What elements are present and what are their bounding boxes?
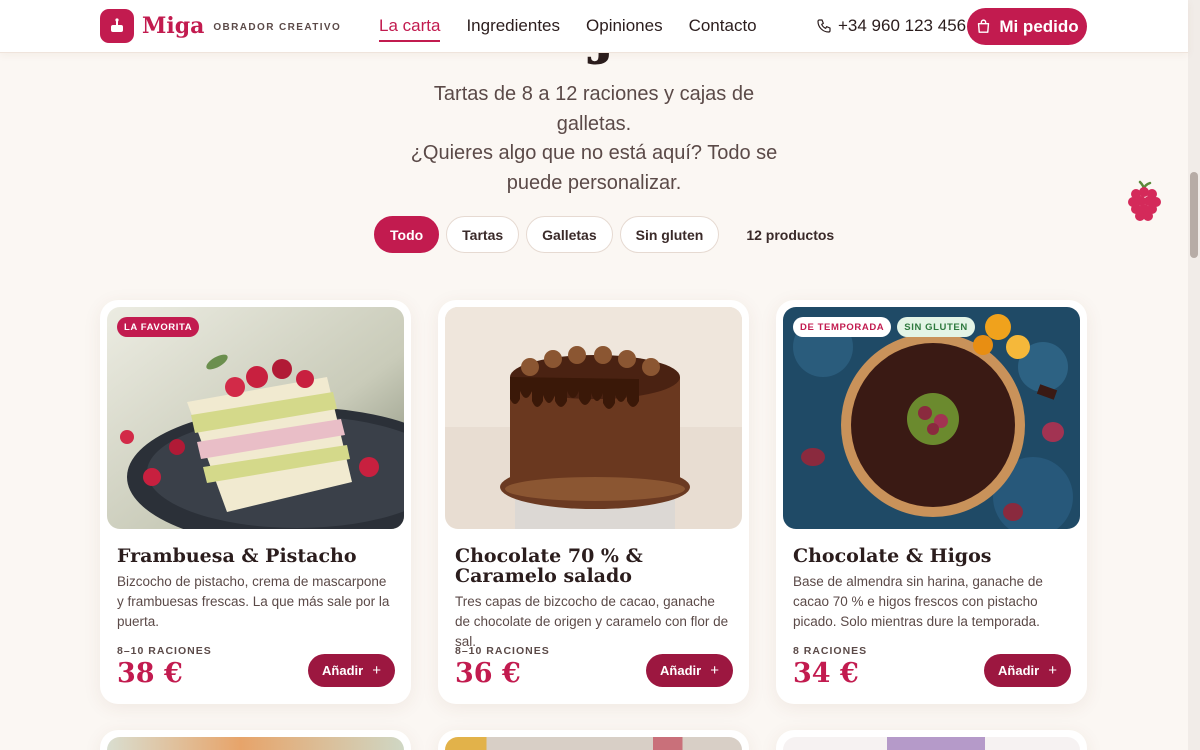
site-header: Miga OBRADOR CREATIVO La carta Ingredien… <box>0 0 1188 53</box>
product-photo-partial <box>783 737 1080 750</box>
badge-temporada: DE TEMPORADA <box>793 317 892 337</box>
product-name: Chocolate & Higos <box>793 545 992 567</box>
order-button[interactable]: Mi pedido <box>967 8 1087 45</box>
bag-icon <box>978 19 990 33</box>
add-button-label: Añadir <box>322 663 364 678</box>
scrollbar-thumb[interactable] <box>1190 172 1198 258</box>
nav-la-carta[interactable]: La carta <box>379 16 441 42</box>
product-photo-partial <box>107 737 404 750</box>
product-card-partial[interactable] <box>438 730 749 750</box>
nav-contacto[interactable]: Contacto <box>689 16 757 41</box>
category-filters: Todo Tartas Galletas Sin gluten 12 produ… <box>374 216 834 253</box>
product-price: 38 € <box>117 658 183 689</box>
order-button-label: Mi pedido <box>999 16 1079 36</box>
phone-number: +34 960 123 456 <box>838 16 967 35</box>
plus-icon: + <box>372 662 381 679</box>
page-subtitle-line-2: ¿Quieres algo que no está aquí? Todo se <box>410 142 778 164</box>
badge-sin-gluten: SIN GLUTEN <box>897 317 975 337</box>
product-card-partial[interactable] <box>100 730 411 750</box>
product-card[interactable]: Chocolate 70 % & Caramelo salado Tres ca… <box>438 300 749 704</box>
badge-group: DE TEMPORADA SIN GLUTEN <box>793 317 981 337</box>
product-count: 12 productos <box>746 226 835 243</box>
product-photo-partial <box>445 737 742 750</box>
product-photo-chocolate-higos <box>783 307 1080 529</box>
product-photo-frambuesa-pistacho <box>107 307 404 529</box>
filter-tartas[interactable]: Tartas <box>446 216 520 253</box>
product-name: Frambuesa & Pistacho <box>117 545 357 567</box>
product-price: 34 € <box>793 658 859 689</box>
product-description: Base de almendra sin harina, ganache de … <box>793 574 1043 629</box>
page-subtitle-line-3: puede personalizar. <box>506 171 682 194</box>
scrollbar-track[interactable] <box>1188 0 1200 750</box>
add-to-cart-button[interactable]: Añadir + <box>308 654 395 687</box>
product-servings: 8–10 RACIONES <box>455 645 550 657</box>
add-button-label: Añadir <box>998 663 1040 678</box>
add-button-label: Añadir <box>660 663 702 678</box>
logo[interactable]: Miga OBRADOR CREATIVO <box>100 9 341 43</box>
brand-tagline: OBRADOR CREATIVO <box>213 21 342 33</box>
product-description: Bizcocho de pistacho, crema de mascarpon… <box>117 574 390 629</box>
product-description: Tres capas de bizcocho de cacao, ganache… <box>455 594 729 649</box>
nav-ingredientes[interactable]: Ingredientes <box>466 16 560 41</box>
nav-opiniones[interactable]: Opiniones <box>586 16 663 41</box>
brand-name: Miga <box>142 13 205 39</box>
product-card[interactable]: LA FAVORITA Frambuesa & Pistacho Bizcoch… <box>100 300 411 704</box>
page-subtitle-line-1: Tartas de 8 a 12 raciones y cajas de gal… <box>433 83 755 135</box>
main-nav: La carta Ingredientes Opiniones Contacto <box>379 16 783 42</box>
raspberry-icon <box>1126 178 1162 229</box>
filter-todo[interactable]: Todo <box>374 216 440 253</box>
plus-icon: + <box>1048 662 1057 679</box>
filter-sin-gluten[interactable]: Sin gluten <box>619 216 720 253</box>
page-subtitle: Tartas de 8 a 12 raciones y cajas de gal… <box>394 80 794 198</box>
add-to-cart-button[interactable]: Añadir + <box>646 654 733 687</box>
product-photo-chocolate-caramelo <box>445 307 742 529</box>
phone-link[interactable]: +34 960 123 456 <box>816 16 966 36</box>
plus-icon: + <box>710 662 719 679</box>
product-servings: 8–10 RACIONES <box>117 645 212 657</box>
cake-logo-icon <box>100 9 134 43</box>
product-price: 36 € <box>455 658 521 689</box>
filter-galletas[interactable]: Galletas <box>526 216 613 253</box>
badge-favorita: LA FAVORITA <box>117 317 200 337</box>
product-servings: 8 RACIONES <box>793 645 868 657</box>
badge-group: LA FAVORITA <box>117 317 205 337</box>
product-name: Chocolate 70 % & Caramelo salado <box>455 545 643 587</box>
add-to-cart-button[interactable]: Añadir + <box>984 654 1071 687</box>
product-card[interactable]: DE TEMPORADA SIN GLUTEN Chocolate & Higo… <box>776 300 1087 704</box>
phone-icon <box>817 19 831 33</box>
product-card-partial[interactable] <box>776 730 1087 750</box>
